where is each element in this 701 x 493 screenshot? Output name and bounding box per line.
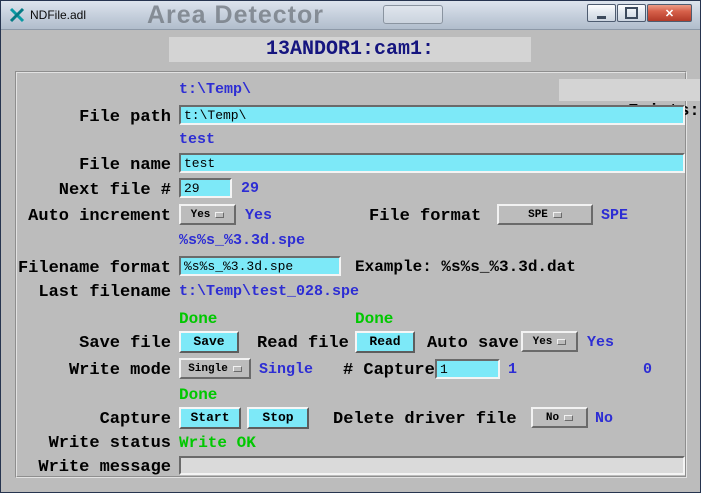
- num-capture-input[interactable]: 1: [435, 359, 500, 379]
- num-capture-label: # Capture: [343, 361, 435, 380]
- last-filename-label: Last filename: [17, 283, 171, 302]
- read-status: Done: [355, 310, 393, 328]
- write-mode-readback: Single: [259, 361, 313, 379]
- save-status: Done: [179, 310, 217, 328]
- save-file-label: Save file: [17, 334, 171, 353]
- file-name-label: File name: [17, 156, 171, 175]
- write-mode-dropdown[interactable]: Single: [179, 358, 251, 379]
- file-format-readback: SPE: [601, 207, 628, 225]
- file-format-label: File format: [369, 207, 481, 226]
- maximize-icon: [625, 7, 638, 19]
- file-name-readback: test: [179, 131, 215, 149]
- next-file-readback: 29: [241, 180, 259, 198]
- delete-driver-file-dropdown-value: No: [546, 412, 559, 424]
- save-button[interactable]: Save: [179, 331, 239, 353]
- num-captured-readback: 0: [643, 361, 652, 379]
- page-title: 13ANDOR1:cam1:: [169, 37, 531, 62]
- auto-save-readback: Yes: [587, 334, 614, 352]
- maximize-button[interactable]: [617, 4, 646, 22]
- delete-driver-file-label: Delete driver file: [333, 410, 517, 429]
- write-message-readback: [179, 456, 685, 475]
- capture-label: Capture: [17, 410, 171, 429]
- file-path-label: File path: [17, 108, 171, 127]
- background-window-fragment: [383, 5, 443, 24]
- file-path-readback: t:\Temp\: [179, 81, 251, 99]
- next-file-input[interactable]: 29: [179, 178, 232, 198]
- window-title: NDFile.adl: [30, 8, 86, 22]
- path-exists-indicator: Exists:Yes: [559, 79, 701, 101]
- auto-save-dropdown-value: Yes: [533, 336, 553, 348]
- dropdown-handle-icon: [215, 212, 224, 218]
- delete-driver-file-readback: No: [595, 410, 613, 428]
- file-name-input[interactable]: test: [179, 153, 685, 173]
- window-controls: ✕: [587, 4, 692, 22]
- dropdown-handle-icon: [564, 415, 573, 421]
- file-plugin-panel: t:\Temp\ Exists:Yes File path t:\Temp\ t…: [15, 71, 687, 478]
- write-status-value: Write OK: [179, 434, 256, 452]
- read-button[interactable]: Read: [355, 331, 415, 353]
- medm-app-icon[interactable]: [9, 7, 25, 23]
- filename-format-input[interactable]: %s%s_%3.3d.spe: [179, 256, 341, 276]
- background-window-title: Area Detector: [147, 1, 324, 30]
- capture-status: Done: [179, 386, 217, 404]
- auto-increment-dropdown-value: Yes: [191, 209, 211, 221]
- auto-save-label: Auto save: [427, 334, 519, 353]
- dropdown-handle-icon: [557, 339, 566, 345]
- auto-increment-readback: Yes: [245, 207, 272, 225]
- file-format-dropdown-value: SPE: [528, 209, 548, 221]
- ndfile-window: Area Detector NDFile.adl ✕ 13ANDOR1:cam1…: [0, 0, 701, 493]
- minimize-icon: [597, 16, 606, 19]
- file-path-input[interactable]: t:\Temp\: [179, 105, 685, 125]
- last-filename-readback: t:\Temp\test_028.spe: [179, 283, 359, 301]
- capture-stop-button[interactable]: Stop: [247, 407, 309, 429]
- auto-increment-dropdown[interactable]: Yes: [179, 204, 236, 225]
- delete-driver-file-dropdown[interactable]: No: [531, 407, 588, 428]
- num-capture-readback: 1: [508, 361, 517, 379]
- file-format-dropdown[interactable]: SPE: [497, 204, 593, 225]
- write-status-label: Write status: [17, 434, 171, 453]
- close-button[interactable]: ✕: [647, 4, 692, 22]
- write-mode-label: Write mode: [17, 361, 171, 380]
- filename-format-example: Example: %s%s_%3.3d.dat: [355, 258, 576, 277]
- dropdown-handle-icon: [553, 212, 562, 218]
- auto-save-dropdown[interactable]: Yes: [521, 331, 578, 352]
- filename-format-readback: %s%s_%3.3d.spe: [179, 232, 305, 250]
- close-icon: ✕: [665, 7, 674, 20]
- dropdown-handle-icon: [233, 366, 242, 372]
- title-bar[interactable]: Area Detector NDFile.adl ✕: [1, 1, 700, 30]
- minimize-button[interactable]: [587, 4, 616, 22]
- read-file-label: Read file: [257, 334, 349, 353]
- filename-format-label: Filename format: [17, 259, 171, 278]
- capture-start-button[interactable]: Start: [179, 407, 241, 429]
- write-message-label: Write message: [17, 458, 171, 477]
- write-mode-dropdown-value: Single: [188, 363, 228, 375]
- auto-increment-label: Auto increment: [17, 207, 171, 226]
- next-file-label: Next file #: [17, 181, 171, 200]
